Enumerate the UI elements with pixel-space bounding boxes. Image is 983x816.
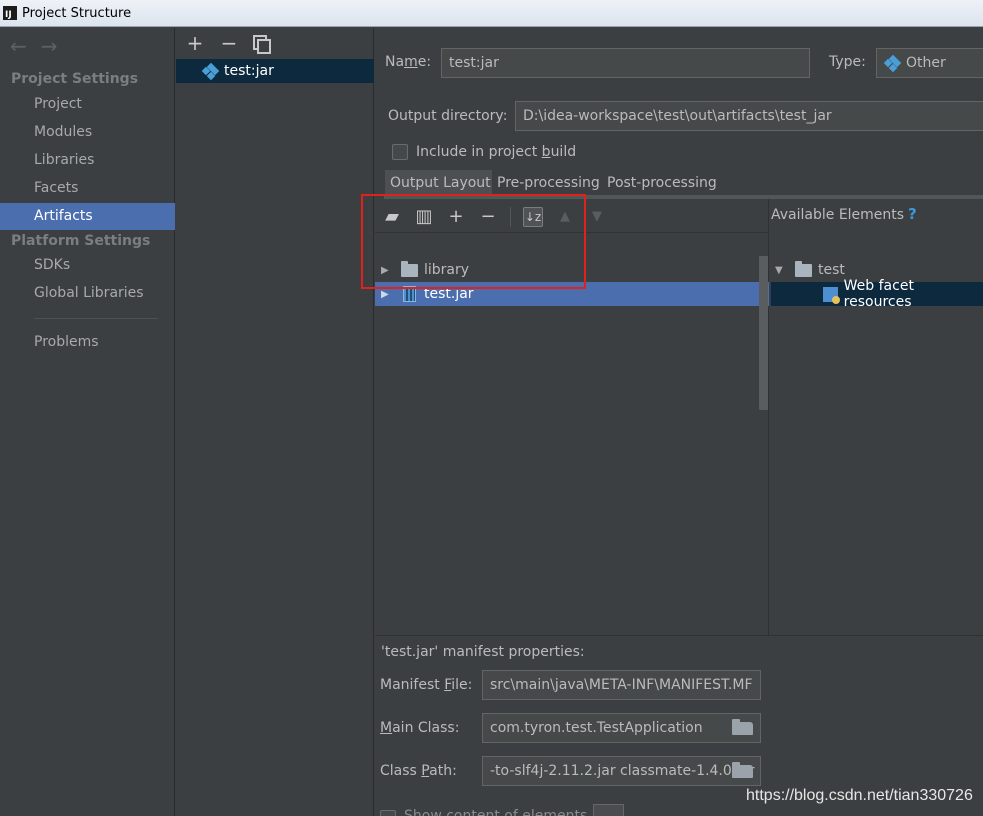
show-content-label: Show content of elements [404, 808, 588, 816]
sidebar-item-global-libraries[interactable]: Global Libraries [0, 280, 175, 307]
copy-artifact-icon[interactable] [253, 35, 271, 54]
move-up-icon[interactable]: ▲ [555, 207, 575, 227]
nav-arrows: ← → [10, 34, 58, 58]
remove-artifact-button[interactable]: − [219, 33, 239, 53]
manifest-file-label: Manifest File: [380, 677, 473, 693]
available-elements-title: Available Elements [771, 207, 905, 223]
type-label: Type: [829, 54, 866, 70]
add-artifact-button[interactable]: + [185, 33, 205, 53]
artifact-list-pane: + − test:jar [176, 28, 374, 816]
tab-pre-processing[interactable]: Pre-processing [492, 170, 605, 196]
platform-settings-header: Platform Settings [11, 233, 151, 249]
browse-folder-icon[interactable] [732, 719, 753, 735]
forward-arrow-icon[interactable]: → [41, 34, 58, 58]
include-in-build-label: Include in project build [416, 144, 577, 160]
add-copy-icon[interactable]: + [446, 206, 466, 227]
sidebar-item-project[interactable]: Project [0, 91, 175, 118]
expand-arrow-icon[interactable]: ▶ [381, 265, 391, 276]
settings-sidebar: ← → Project Settings Project Modules Lib… [0, 28, 175, 816]
tree-row-label: test.jar [424, 286, 474, 302]
artifact-list-toolbar: + − [185, 33, 271, 54]
sidebar-item-modules[interactable]: Modules [0, 119, 175, 146]
main-class-input[interactable]: com.tyron.test.TestApplication [482, 713, 761, 743]
available-row-label: test [818, 262, 845, 278]
artifact-item-label: test:jar [224, 63, 274, 79]
expand-arrow-icon[interactable]: ▶ [381, 289, 391, 300]
web-facet-icon [823, 286, 840, 304]
artifact-list-item[interactable]: test:jar [176, 59, 374, 83]
available-row-web-facet[interactable]: Web facet resources [771, 278, 983, 310]
tab-post-processing[interactable]: Post-processing [602, 170, 722, 196]
include-in-build-checkbox[interactable] [392, 144, 408, 160]
sidebar-item-libraries[interactable]: Libraries [0, 147, 175, 174]
output-layout-toolbar: ▰ ▥ + − ↓z ▲ ▼ [382, 203, 607, 230]
tree-row-test-jar[interactable]: ▶ test.jar [375, 282, 769, 306]
name-input[interactable]: test:jar [441, 48, 810, 78]
class-path-label: Class Path: [380, 763, 457, 779]
sidebar-item-sdks[interactable]: SDKs [0, 252, 175, 279]
tree-row-label: library [424, 262, 470, 278]
artifact-details: Name: test:jar Type: Other Output direct… [375, 28, 983, 816]
manifest-file-input[interactable]: src\main\java\META-INF\MANIFEST.MF [482, 670, 761, 700]
toolbar-divider [510, 206, 511, 227]
tab-output-layout[interactable]: Output Layout [385, 170, 496, 196]
sort-elements-icon[interactable]: ↓z [523, 206, 543, 227]
type-select[interactable]: Other [876, 48, 983, 78]
module-folder-icon [795, 260, 812, 277]
jar-archive-icon [403, 286, 416, 302]
remove-element-icon[interactable]: − [478, 206, 498, 227]
project-settings-header: Project Settings [11, 71, 139, 87]
output-directory-label: Output directory: [388, 108, 508, 124]
output-layout-tree: ▰ ▥ + − ↓z ▲ ▼ ▶ library ▶ test.jar [375, 199, 769, 804]
watermark: https://blog.csdn.net/tian330726 [746, 787, 973, 804]
main-class-label: Main Class: [380, 720, 460, 736]
tree-row-library[interactable]: ▶ library [375, 258, 769, 282]
help-icon[interactable]: ? [908, 205, 917, 223]
available-row-label: Web facet resources [843, 278, 914, 310]
back-arrow-icon[interactable]: ← [10, 34, 27, 58]
move-down-icon[interactable]: ▼ [587, 207, 607, 227]
new-directory-icon[interactable]: ▰ [382, 206, 402, 227]
sidebar-item-artifacts[interactable]: Artifacts [0, 203, 175, 230]
tree-vertical-scrollbar[interactable] [759, 256, 768, 410]
intellij-app-icon: IJ [3, 6, 17, 20]
window-title: Project Structure [22, 5, 132, 21]
collapse-arrow-icon[interactable]: ▼ [775, 265, 785, 276]
sidebar-item-problems[interactable]: Problems [0, 329, 175, 356]
new-archive-icon[interactable]: ▥ [414, 206, 434, 227]
class-path-input[interactable]: -to-slf4j-2.11.2.jar classmate-1.4.0.jar [482, 756, 761, 786]
output-directory-input[interactable]: D:\idea-workspace\test\out\artifacts\tes… [515, 101, 983, 131]
name-label: Name: [385, 54, 432, 70]
show-content-checkbox[interactable] [380, 810, 396, 816]
folder-icon [401, 260, 418, 277]
sidebar-divider [34, 318, 158, 319]
window-titlebar: IJ Project Structure [0, 0, 983, 27]
manifest-properties-title: 'test.jar' manifest properties: [381, 644, 585, 660]
show-content-button[interactable] [593, 804, 624, 816]
type-select-value: Other [906, 55, 946, 71]
type-diamond-icon [883, 54, 902, 72]
available-elements-panel: Available Elements ? ▼ test Web facet re… [771, 199, 983, 635]
browse-folder-icon[interactable] [732, 762, 753, 778]
sidebar-item-facets[interactable]: Facets [0, 175, 175, 202]
artifact-diamond-icon [201, 62, 220, 80]
tree-toolbar-separator [375, 232, 769, 233]
class-path-value: -to-slf4j-2.11.2.jar classmate-1.4.0.jar [490, 763, 755, 779]
main-class-value: com.tyron.test.TestApplication [490, 720, 703, 736]
